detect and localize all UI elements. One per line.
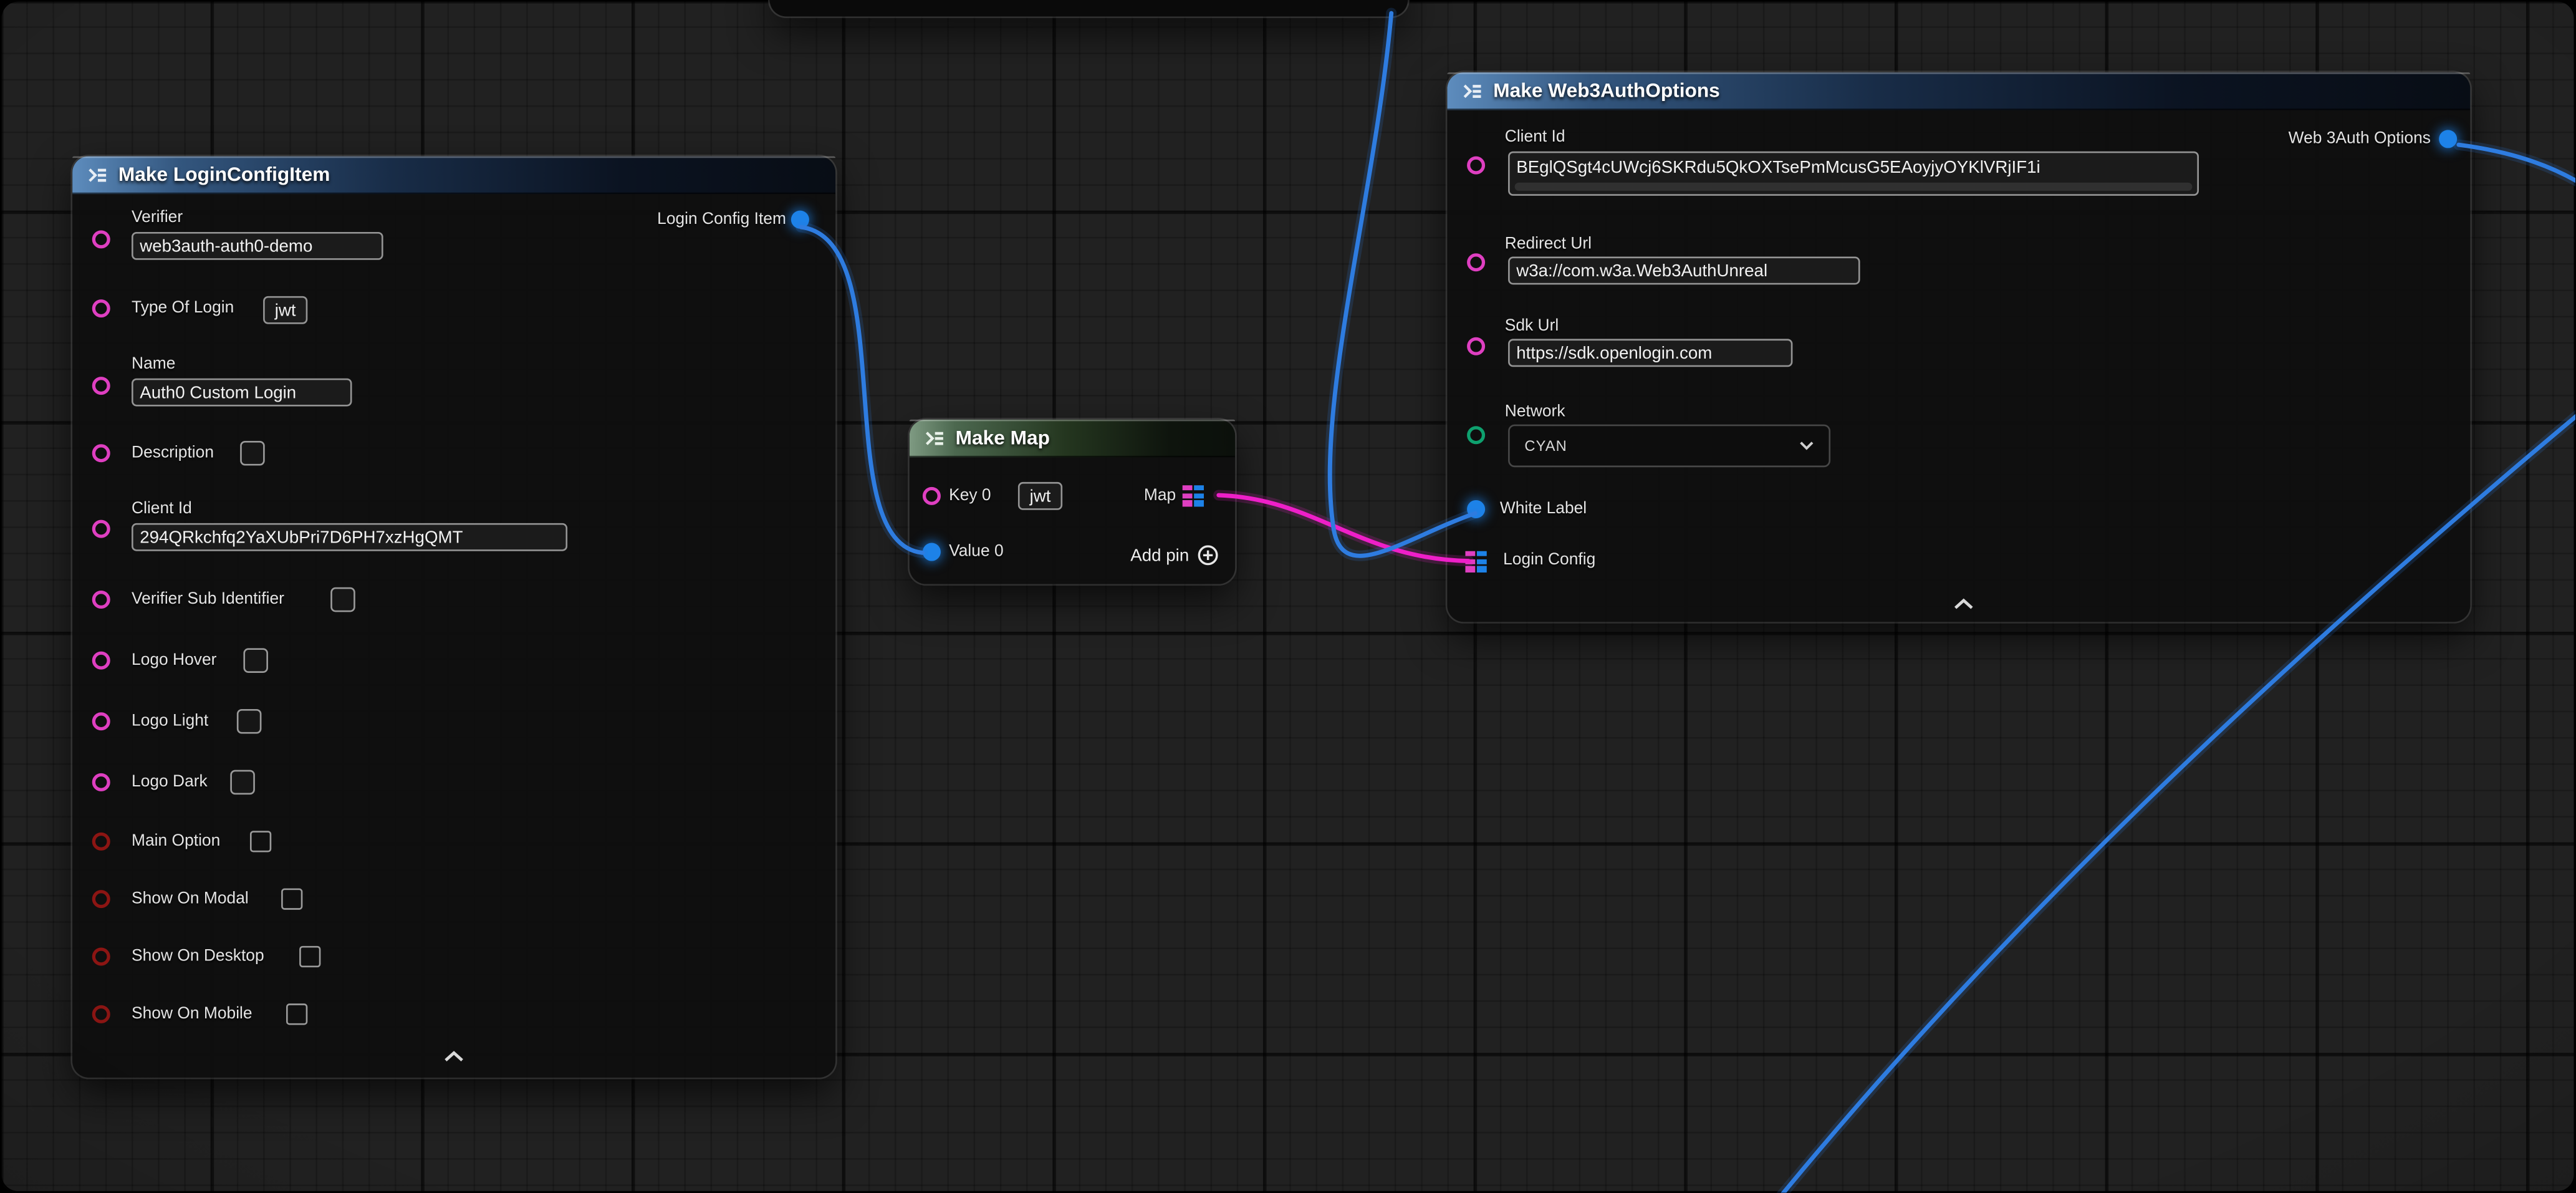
pin-label-map-out: Map [1144, 487, 1176, 507]
pin-logo-dark[interactable] [92, 773, 110, 791]
input-logo-hover[interactable] [243, 648, 268, 673]
pin-label-show-on-desktop: Show On Desktop [132, 947, 264, 967]
input-verifier[interactable] [132, 232, 383, 260]
pin-label-type-of-login: Type Of Login [132, 299, 234, 319]
input-logo-dark[interactable] [230, 770, 255, 795]
pin-label-logo-light: Logo Light [132, 712, 208, 732]
input-client-id[interactable] [132, 523, 567, 551]
node-title: Make Map [956, 426, 1050, 449]
input-key-0[interactable] [1018, 482, 1062, 510]
add-pin-label: Add pin [1130, 545, 1189, 565]
node-title: Make Web3AuthOptions [1493, 79, 1720, 102]
pin-label-login-config-item: Login Config Item [657, 211, 786, 231]
pin-output-login-config-item[interactable] [791, 211, 809, 229]
pin-label-redirect-url: Redirect Url [1505, 235, 1592, 255]
make-struct-icon [87, 163, 108, 185]
pin-client-id[interactable] [92, 520, 110, 538]
pin-label-verifier-sub-identifier: Verifier Sub Identifier [132, 591, 284, 611]
pin-redirect-url[interactable] [1467, 253, 1485, 271]
blueprint-editor-viewport: Make LoginConfigItem Login Config Item V… [0, 0, 2575, 1193]
chevron-up-icon [1952, 597, 1975, 611]
chevron-down-icon [1799, 441, 1814, 451]
node-header-make-loginconfigitem[interactable]: Make LoginConfigItem [72, 157, 835, 195]
input-redirect-url[interactable] [1508, 257, 1860, 285]
checkbox-show-on-desktop[interactable] [299, 946, 320, 967]
pin-show-on-modal[interactable] [92, 890, 110, 908]
input-client-id-text: BEglQSgt4cUWcj6SKRdu5QkOXTsePmMcusG5EAoy… [1510, 153, 2198, 181]
pin-sdk-url[interactable] [1467, 337, 1485, 355]
checkbox-main-option[interactable] [250, 831, 271, 852]
add-pin-button[interactable]: Add pin [1130, 544, 1218, 566]
input-sdk-url[interactable] [1508, 339, 1792, 367]
pin-label-verifier: Verifier [132, 209, 183, 229]
make-struct-icon [1462, 80, 1483, 101]
input-client-id[interactable]: BEglQSgt4cUWcj6SKRdu5QkOXTsePmMcusG5EAoy… [1508, 152, 2199, 196]
node-title: Make LoginConfigItem [118, 163, 330, 186]
pin-label-description: Description [132, 444, 214, 464]
network-dropdown-value: CYAN [1524, 438, 1567, 454]
pin-show-on-desktop[interactable] [92, 947, 110, 965]
pin-label-logo-hover: Logo Hover [132, 652, 216, 672]
pin-map-out-map-grid-icon[interactable] [1183, 485, 1204, 506]
pin-main-option[interactable] [92, 833, 110, 851]
make-container-icon [925, 427, 946, 448]
pin-label-main-option: Main Option [132, 833, 220, 852]
pin-label-value-0: Value 0 [949, 543, 1004, 563]
offscreen-node-partial[interactable] [770, 0, 1408, 16]
plus-circle-icon [1197, 544, 1218, 566]
pin-label-key-0: Key 0 [949, 487, 991, 507]
pin-label-sdk-url: Sdk Url [1505, 317, 1559, 337]
pin-label-client-id: Client Id [1505, 128, 1565, 148]
pin-label-web3auth-options-out: Web 3Auth Options [2289, 130, 2431, 150]
pin-name[interactable] [92, 377, 110, 395]
pin-label-logo-dark: Logo Dark [132, 773, 208, 793]
network-dropdown[interactable]: CYAN [1508, 425, 1830, 468]
input-name[interactable] [132, 379, 352, 407]
pin-value-0[interactable] [923, 543, 941, 561]
node-make-loginconfigitem[interactable]: Make LoginConfigItem Login Config Item V… [72, 157, 835, 1078]
graph-canvas[interactable]: Make LoginConfigItem Login Config Item V… [0, 0, 2575, 1193]
collapse-button[interactable] [1951, 596, 1977, 612]
wire-web3auth-options-out [2459, 145, 2575, 184]
pin-label-show-on-modal: Show On Modal [132, 890, 249, 910]
wire-glow [1219, 495, 1469, 561]
wire-glow [2459, 145, 2575, 184]
node-header-make-map[interactable]: Make Map [910, 420, 1235, 458]
pin-label-network: Network [1505, 403, 1565, 423]
node-make-web3authoptions[interactable]: Make Web3AuthOptions Web 3Auth Options C… [1447, 72, 2470, 622]
node-header-make-web3authoptions[interactable]: Make Web3AuthOptions [1447, 72, 2470, 110]
pin-output-web3auth-options[interactable] [2439, 130, 2457, 148]
input-verifier-sub-identifier[interactable] [330, 587, 355, 612]
node-make-map[interactable]: Make Map Key 0 Map Value 0 Add pin [910, 420, 1235, 584]
wire-map-to-login-config [1219, 495, 1469, 561]
pin-key-0[interactable] [923, 487, 941, 505]
checkbox-show-on-mobile[interactable] [286, 1003, 307, 1025]
pin-network[interactable] [1467, 426, 1485, 444]
chevron-up-icon [443, 1050, 466, 1063]
pin-label-show-on-mobile: Show On Mobile [132, 1005, 252, 1025]
pin-white-label[interactable] [1467, 500, 1485, 518]
collapse-button[interactable] [441, 1048, 467, 1064]
pin-login-config-map-grid-icon[interactable] [1465, 551, 1487, 572]
pin-label-white-label: White Label [1500, 500, 1587, 520]
pin-show-on-mobile[interactable] [92, 1005, 110, 1023]
input-type-of-login[interactable] [263, 296, 307, 324]
pin-verifier[interactable] [92, 230, 110, 248]
input-logo-light[interactable] [237, 709, 262, 734]
pin-verifier-sub-identifier[interactable] [92, 591, 110, 609]
pin-logo-hover[interactable] [92, 652, 110, 670]
input-client-id-scrollbar[interactable] [1515, 183, 2193, 191]
input-description[interactable] [240, 441, 265, 466]
pin-type-of-login[interactable] [92, 299, 110, 317]
pin-label-name: Name [132, 355, 175, 375]
checkbox-show-on-modal[interactable] [281, 889, 302, 910]
pin-description[interactable] [92, 444, 110, 462]
pin-label-login-config: Login Config [1503, 551, 1595, 571]
pin-label-client-id: Client Id [132, 500, 192, 520]
pin-client-id[interactable] [1467, 157, 1485, 175]
pin-logo-light[interactable] [92, 712, 110, 730]
